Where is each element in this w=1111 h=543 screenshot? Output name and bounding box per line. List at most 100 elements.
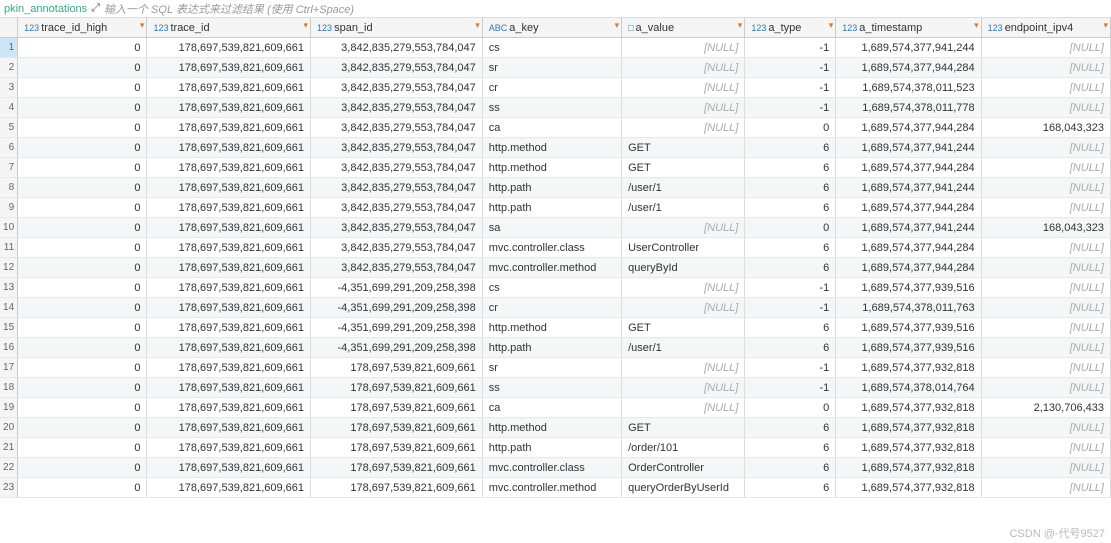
cell-span_id[interactable]: 178,697,539,821,609,661 (311, 438, 483, 458)
cell-span_id[interactable]: -4,351,699,291,209,258,398 (311, 278, 483, 298)
cell-span_id[interactable]: 3,842,835,279,553,784,047 (311, 58, 483, 78)
cell-a_value[interactable]: /user/1 (622, 178, 745, 198)
cell-a_timestamp[interactable]: 1,689,574,378,011,763 (836, 298, 981, 318)
cell-a_type[interactable]: -1 (745, 38, 836, 58)
cell-a_key[interactable]: cr (483, 298, 622, 318)
column-header-a_timestamp[interactable]: 123a_timestamp▾ (836, 18, 981, 38)
cell-a_key[interactable]: http.path (483, 338, 622, 358)
cell-a_timestamp[interactable]: 1,689,574,377,932,818 (836, 398, 981, 418)
cell-trace_id[interactable]: 178,697,539,821,609,661 (147, 138, 311, 158)
cell-a_value[interactable]: UserController (622, 238, 745, 258)
cell-a_timestamp[interactable]: 1,689,574,377,932,818 (836, 478, 981, 498)
cell-a_type[interactable]: 6 (745, 458, 836, 478)
row-number[interactable]: 23 (0, 478, 18, 498)
cell-a_value[interactable]: [NULL] (622, 378, 745, 398)
row-number[interactable]: 4 (0, 98, 18, 118)
cell-span_id[interactable]: 3,842,835,279,553,784,047 (311, 118, 483, 138)
table-row[interactable]: 20178,697,539,821,609,6613,842,835,279,5… (0, 58, 1111, 78)
cell-trace_id_high[interactable]: 0 (18, 58, 147, 78)
cell-a_timestamp[interactable]: 1,689,574,377,944,284 (836, 198, 981, 218)
row-number[interactable]: 7 (0, 158, 18, 178)
cell-a_value[interactable]: [NULL] (622, 118, 745, 138)
cell-trace_id_high[interactable]: 0 (18, 298, 147, 318)
cell-span_id[interactable]: 178,697,539,821,609,661 (311, 478, 483, 498)
cell-endpoint_ipv4[interactable]: [NULL] (982, 378, 1111, 398)
cell-span_id[interactable]: 178,697,539,821,609,661 (311, 418, 483, 438)
cell-a_value[interactable]: GET (622, 418, 745, 438)
table-row[interactable]: 190178,697,539,821,609,661178,697,539,82… (0, 398, 1111, 418)
cell-trace_id_high[interactable]: 0 (18, 178, 147, 198)
cell-span_id[interactable]: 178,697,539,821,609,661 (311, 458, 483, 478)
cell-span_id[interactable]: 178,697,539,821,609,661 (311, 398, 483, 418)
cell-a_timestamp[interactable]: 1,689,574,377,932,818 (836, 458, 981, 478)
cell-trace_id[interactable]: 178,697,539,821,609,661 (147, 458, 311, 478)
cell-a_type[interactable]: -1 (745, 278, 836, 298)
cell-span_id[interactable]: 3,842,835,279,553,784,047 (311, 218, 483, 238)
table-row[interactable]: 10178,697,539,821,609,6613,842,835,279,5… (0, 38, 1111, 58)
cell-a_timestamp[interactable]: 1,689,574,377,944,284 (836, 118, 981, 138)
cell-trace_id[interactable]: 178,697,539,821,609,661 (147, 478, 311, 498)
table-row[interactable]: 140178,697,539,821,609,661-4,351,699,291… (0, 298, 1111, 318)
cell-trace_id[interactable]: 178,697,539,821,609,661 (147, 378, 311, 398)
cell-a_key[interactable]: mvc.controller.class (483, 238, 622, 258)
cell-a_type[interactable]: -1 (745, 358, 836, 378)
column-header-trace_id[interactable]: 123trace_id▾ (147, 18, 311, 38)
cell-endpoint_ipv4[interactable]: [NULL] (982, 338, 1111, 358)
cell-span_id[interactable]: 3,842,835,279,553,784,047 (311, 258, 483, 278)
table-row[interactable]: 220178,697,539,821,609,661178,697,539,82… (0, 458, 1111, 478)
cell-a_type[interactable]: 6 (745, 178, 836, 198)
row-number[interactable]: 16 (0, 338, 18, 358)
cell-trace_id[interactable]: 178,697,539,821,609,661 (147, 278, 311, 298)
cell-a_type[interactable]: 6 (745, 318, 836, 338)
cell-trace_id_high[interactable]: 0 (18, 338, 147, 358)
cell-trace_id_high[interactable]: 0 (18, 218, 147, 238)
table-row[interactable]: 230178,697,539,821,609,661178,697,539,82… (0, 478, 1111, 498)
cell-a_timestamp[interactable]: 1,689,574,377,939,516 (836, 278, 981, 298)
cell-a_timestamp[interactable]: 1,689,574,377,941,244 (836, 138, 981, 158)
cell-span_id[interactable]: -4,351,699,291,209,258,398 (311, 318, 483, 338)
cell-endpoint_ipv4[interactable]: [NULL] (982, 58, 1111, 78)
cell-endpoint_ipv4[interactable]: [NULL] (982, 258, 1111, 278)
row-number[interactable]: 8 (0, 178, 18, 198)
cell-a_key[interactable]: ss (483, 98, 622, 118)
cell-a_value[interactable]: /user/1 (622, 198, 745, 218)
table-row[interactable]: 100178,697,539,821,609,6613,842,835,279,… (0, 218, 1111, 238)
cell-span_id[interactable]: 3,842,835,279,553,784,047 (311, 138, 483, 158)
cell-trace_id_high[interactable]: 0 (18, 418, 147, 438)
cell-trace_id_high[interactable]: 0 (18, 458, 147, 478)
cell-span_id[interactable]: 3,842,835,279,553,784,047 (311, 178, 483, 198)
table-row[interactable]: 110178,697,539,821,609,6613,842,835,279,… (0, 238, 1111, 258)
cell-endpoint_ipv4[interactable]: [NULL] (982, 458, 1111, 478)
cell-trace_id[interactable]: 178,697,539,821,609,661 (147, 118, 311, 138)
cell-a_value[interactable]: [NULL] (622, 58, 745, 78)
cell-a_timestamp[interactable]: 1,689,574,377,939,516 (836, 318, 981, 338)
cell-a_value[interactable]: queryOrderByUserId (622, 478, 745, 498)
cell-a_timestamp[interactable]: 1,689,574,377,944,284 (836, 158, 981, 178)
filter-icon[interactable]: ▾ (1103, 20, 1108, 31)
cell-a_key[interactable]: http.method (483, 418, 622, 438)
cell-trace_id[interactable]: 178,697,539,821,609,661 (147, 198, 311, 218)
table-row[interactable]: 120178,697,539,821,609,6613,842,835,279,… (0, 258, 1111, 278)
table-row[interactable]: 30178,697,539,821,609,6613,842,835,279,5… (0, 78, 1111, 98)
cell-a_type[interactable]: 6 (745, 138, 836, 158)
cell-trace_id_high[interactable]: 0 (18, 98, 147, 118)
cell-span_id[interactable]: 3,842,835,279,553,784,047 (311, 238, 483, 258)
cell-trace_id[interactable]: 178,697,539,821,609,661 (147, 358, 311, 378)
row-number[interactable]: 15 (0, 318, 18, 338)
cell-endpoint_ipv4[interactable]: [NULL] (982, 78, 1111, 98)
cell-endpoint_ipv4[interactable]: 168,043,323 (982, 218, 1111, 238)
cell-a_timestamp[interactable]: 1,689,574,377,941,244 (836, 178, 981, 198)
cell-a_key[interactable]: cs (483, 278, 622, 298)
row-number[interactable]: 13 (0, 278, 18, 298)
table-row[interactable]: 60178,697,539,821,609,6613,842,835,279,5… (0, 138, 1111, 158)
cell-a_value[interactable]: [NULL] (622, 298, 745, 318)
cell-endpoint_ipv4[interactable]: [NULL] (982, 298, 1111, 318)
cell-a_type[interactable]: -1 (745, 58, 836, 78)
cell-trace_id_high[interactable]: 0 (18, 278, 147, 298)
cell-a_key[interactable]: cs (483, 38, 622, 58)
cell-trace_id_high[interactable]: 0 (18, 198, 147, 218)
row-number[interactable]: 5 (0, 118, 18, 138)
row-number[interactable]: 19 (0, 398, 18, 418)
cell-a_key[interactable]: ca (483, 398, 622, 418)
cell-a_type[interactable]: 6 (745, 238, 836, 258)
